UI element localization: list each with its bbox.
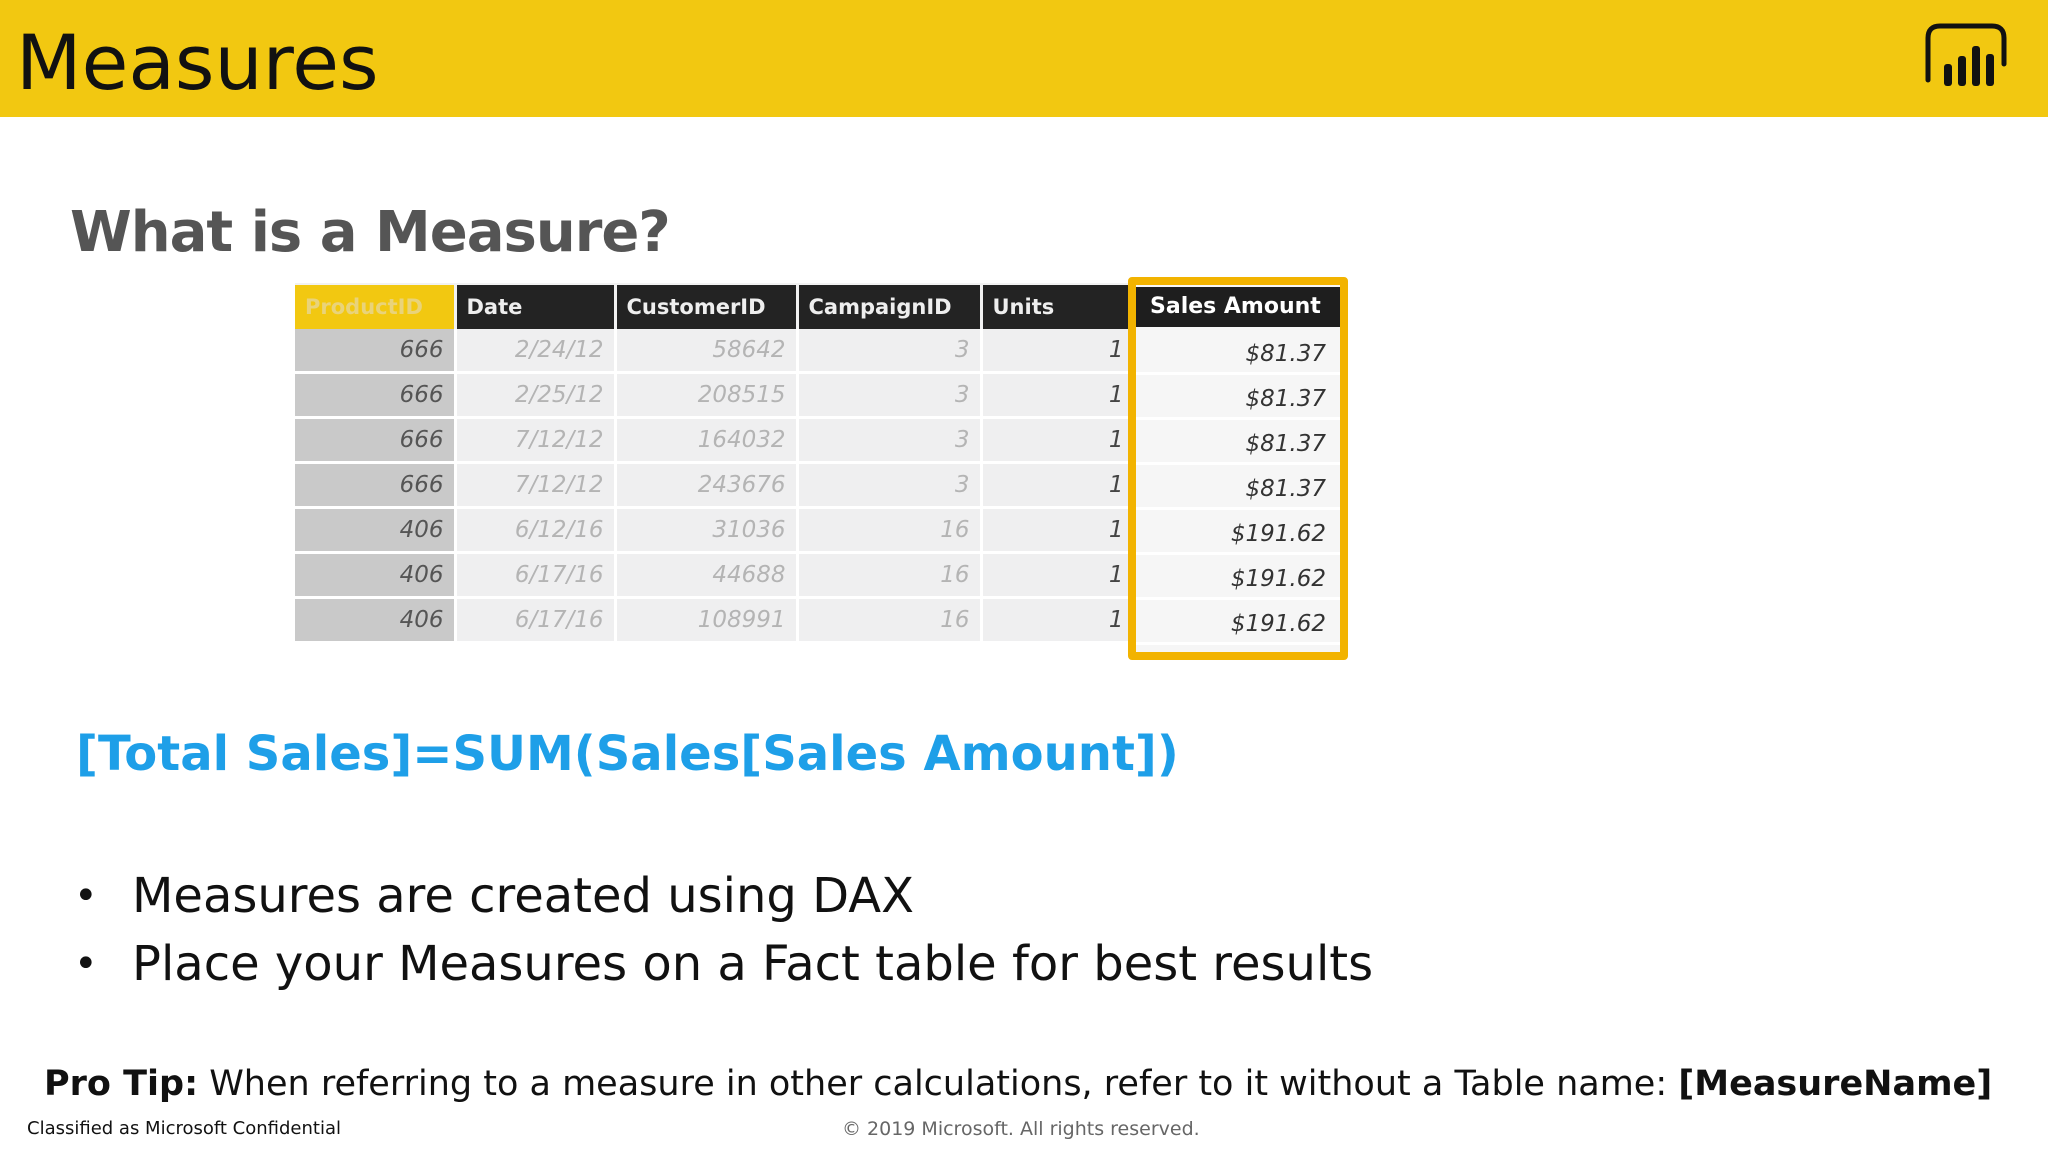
- cell-productid: 406: [295, 552, 457, 599]
- cell-units: 1: [981, 552, 1137, 599]
- cell-units: 1: [981, 372, 1137, 419]
- table-row: 666 7/12/12 243676 3 1: [295, 462, 1137, 509]
- bullet-dot: •: [74, 873, 98, 919]
- table-row: 666 7/12/12 164032 3 1: [295, 417, 1137, 464]
- cell-customerid: 58642: [615, 329, 799, 374]
- cell-units: 1: [981, 329, 1137, 374]
- section-heading: What is a Measure?: [70, 200, 671, 265]
- copyright: © 2019 Microsoft. All rights reserved.: [842, 1118, 1200, 1140]
- cell-sales-amount: $81.37: [1136, 468, 1340, 510]
- cell-sales-amount: $191.62: [1136, 603, 1340, 645]
- column-header-productid: ProductID: [295, 283, 457, 329]
- cell-customerid: 164032: [615, 417, 799, 464]
- cell-sales-amount: $191.62: [1136, 558, 1340, 600]
- cell-campaignid: 16: [797, 552, 983, 599]
- cell-sales-amount: $81.37: [1136, 378, 1340, 420]
- bullet-text: Place your Measures on a Fact table for …: [132, 936, 1374, 992]
- power-bi-icon: [1925, 23, 2007, 86]
- cell-sales-amount: $81.37: [1136, 423, 1340, 465]
- sales-table: ProductID Date CustomerID CampaignID Uni…: [295, 283, 1137, 653]
- cell-sales-amount: $191.62: [1136, 513, 1340, 555]
- cell-units: 1: [981, 417, 1137, 464]
- cell-productid: 666: [295, 372, 457, 419]
- cell-customerid: 243676: [615, 462, 799, 509]
- table-row: 666 2/24/12 58642 3 1: [295, 329, 1137, 374]
- cell-units: 1: [981, 462, 1137, 509]
- table-row: 666 2/25/12 208515 3 1: [295, 372, 1137, 419]
- bullet-item: • Place your Measures on a Fact table for…: [72, 930, 1373, 998]
- table-row: 406 6/17/16 108991 16 1: [295, 597, 1137, 644]
- title-bar: Measures: [0, 0, 2048, 117]
- pro-tip-emphasis: [MeasureName]: [1678, 1064, 1993, 1104]
- cell-customerid: 31036: [615, 507, 799, 554]
- slide-title: Measures: [16, 18, 379, 107]
- column-header-units: Units: [981, 283, 1137, 329]
- cell-date: 6/17/16: [455, 552, 617, 599]
- cell-date: 6/12/16: [455, 507, 617, 554]
- cell-units: 1: [981, 597, 1137, 644]
- column-header-campaignid: CampaignID: [797, 283, 983, 329]
- cell-campaignid: 3: [797, 417, 983, 464]
- cell-productid: 406: [295, 597, 457, 644]
- column-header-date: Date: [455, 283, 617, 329]
- cell-productid: 406: [295, 507, 457, 554]
- pro-tip-label: Pro Tip:: [44, 1064, 199, 1104]
- cell-campaignid: 16: [797, 507, 983, 554]
- cell-campaignid: 3: [797, 372, 983, 419]
- bullet-item: • Measures are created using DAX: [72, 862, 1373, 930]
- pro-tip: Pro Tip: When referring to a measure in …: [44, 1064, 1992, 1104]
- cell-campaignid: 3: [797, 329, 983, 374]
- cell-date: 2/24/12: [455, 329, 617, 374]
- cell-customerid: 44688: [615, 552, 799, 599]
- bullet-text: Measures are created using DAX: [132, 868, 914, 924]
- cell-productid: 666: [295, 329, 457, 374]
- cell-units: 1: [981, 507, 1137, 554]
- cell-customerid: 108991: [615, 597, 799, 644]
- pro-tip-text: When referring to a measure in other cal…: [198, 1064, 1679, 1104]
- data-grid: ProductID Date CustomerID CampaignID Uni…: [295, 283, 1137, 644]
- column-header-customerid: CustomerID: [615, 283, 799, 329]
- classification-label: Classified as Microsoft Confidential: [27, 1118, 342, 1139]
- dax-formula: [Total Sales]=SUM(Sales[Sales Amount]): [76, 726, 1179, 782]
- table-row: 406 6/12/16 31036 16 1: [295, 507, 1137, 554]
- cell-date: 2/25/12: [455, 372, 617, 419]
- cell-sales-amount: $81.37: [1136, 333, 1340, 375]
- cell-productid: 666: [295, 417, 457, 464]
- cell-productid: 666: [295, 462, 457, 509]
- cell-date: 7/12/12: [455, 462, 617, 509]
- cell-campaignid: 3: [797, 462, 983, 509]
- cell-date: 7/12/12: [455, 417, 617, 464]
- table-row: 406 6/17/16 44688 16 1: [295, 552, 1137, 599]
- column-header-sales-amount: Sales Amount: [1136, 287, 1340, 327]
- header-row: ProductID Date CustomerID CampaignID Uni…: [295, 283, 1137, 329]
- bullet-dot: •: [74, 941, 98, 987]
- cell-date: 6/17/16: [455, 597, 617, 644]
- cell-customerid: 208515: [615, 372, 799, 419]
- cell-campaignid: 16: [797, 597, 983, 644]
- bullet-list: • Measures are created using DAX • Place y…: [72, 862, 1373, 998]
